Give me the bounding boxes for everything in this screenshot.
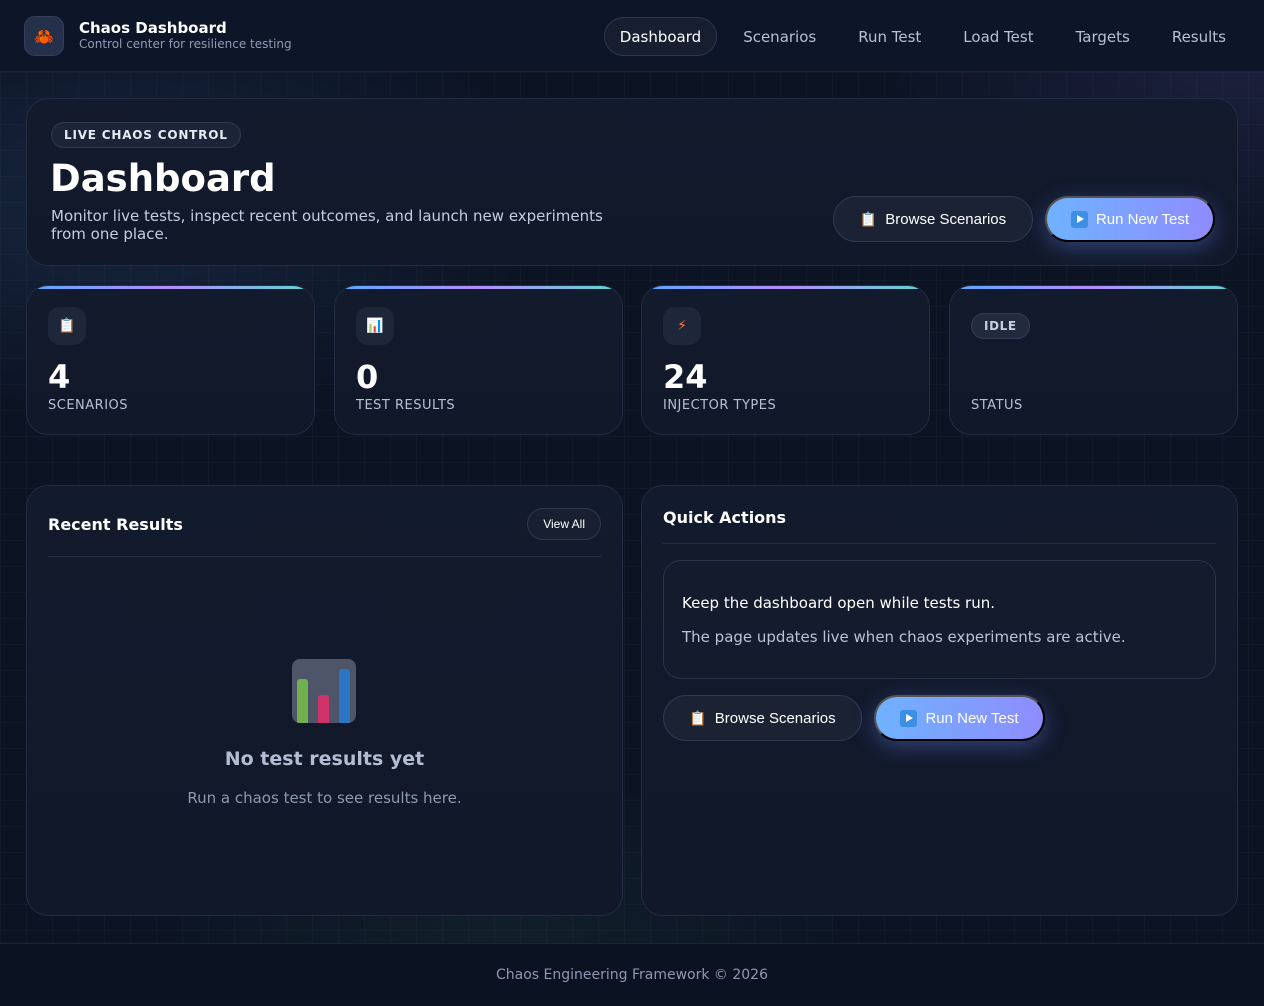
browse-scenarios-button[interactable]: 📋 Browse Scenarios	[833, 196, 1033, 242]
footer-text: Chaos Engineering Framework © 2026	[495, 967, 768, 983]
main-nav: Dashboard Scenarios Run Test Load Test T…	[603, 17, 1242, 56]
stat-label: SCENARIOS	[48, 398, 129, 413]
live-chaos-chip: LIVE CHAOS CONTROL	[51, 122, 241, 148]
brand-title: Chaos Dashboard	[79, 19, 227, 37]
stat-card-status: IDLE STATUS	[949, 285, 1238, 435]
hero-card: LIVE CHAOS CONTROL Dashboard Monitor liv…	[26, 98, 1238, 266]
stat-card-injector-types: ⚡ 24 INJECTOR TYPES	[641, 285, 930, 435]
nav-dashboard[interactable]: Dashboard	[603, 17, 718, 56]
crab-icon[interactable]: 🦀	[24, 16, 64, 56]
info-heading: Keep the dashboard open while tests run.	[682, 594, 995, 612]
play-icon	[900, 709, 918, 727]
browse-scenarios-label: Browse Scenarios	[714, 709, 836, 727]
lightning-icon: ⚡	[663, 307, 701, 345]
empty-state-title: No test results yet	[224, 748, 425, 770]
stat-card-scenarios: 📋 4 SCENARIOS	[26, 285, 315, 435]
clipboard-icon: 📋	[689, 709, 707, 726]
stat-value: 24	[663, 358, 708, 396]
browse-scenarios-label: Browse Scenarios	[885, 210, 1007, 228]
view-all-button[interactable]: View All	[527, 508, 601, 540]
recent-results-panel: Recent Results View All No test results …	[26, 485, 623, 916]
play-icon	[1070, 210, 1088, 228]
run-new-test-label: Run New Test	[1095, 210, 1190, 228]
footer: Chaos Engineering Framework © 2026	[0, 943, 1264, 1006]
stat-value: 4	[48, 358, 71, 396]
bar-chart-icon: 📊	[356, 307, 394, 345]
quick-browse-scenarios-button[interactable]: 📋 Browse Scenarios	[663, 695, 862, 741]
nav-run-test[interactable]: Run Test	[842, 17, 937, 56]
divider	[48, 556, 601, 557]
run-new-test-label: Run New Test	[925, 709, 1019, 727]
nav-scenarios[interactable]: Scenarios	[727, 17, 832, 56]
nav-load-test[interactable]: Load Test	[947, 17, 1049, 56]
nav-targets[interactable]: Targets	[1060, 17, 1146, 56]
brand-subtitle: Control center for resilience testing	[79, 37, 292, 51]
stat-value: 0	[356, 358, 379, 396]
stat-label: STATUS	[971, 398, 1023, 413]
recent-results-title: Recent Results	[48, 515, 183, 534]
status-badge: IDLE	[971, 313, 1030, 339]
stat-label: INJECTOR TYPES	[663, 398, 777, 413]
quick-actions-title: Quick Actions	[663, 508, 787, 527]
divider	[663, 543, 1216, 544]
page-title: Dashboard	[50, 157, 276, 200]
hero-description: Monitor live tests, inspect recent outco…	[51, 207, 603, 243]
stat-card-test-results: 📊 0 TEST RESULTS	[334, 285, 623, 435]
run-new-test-button[interactable]: Run New Test	[1045, 196, 1215, 242]
clipboard-icon: 📋	[859, 210, 878, 227]
quick-run-new-test-button[interactable]: Run New Test	[874, 695, 1045, 741]
quick-actions-panel: Quick Actions Keep the dashboard open wh…	[641, 485, 1238, 916]
info-box: Keep the dashboard open while tests run.…	[663, 560, 1216, 679]
nav-results[interactable]: Results	[1156, 17, 1242, 56]
info-body: The page updates live when chaos experim…	[682, 628, 1126, 646]
clipboard-icon: 📋	[48, 307, 86, 345]
top-bar: 🦀 Chaos Dashboard Control center for res…	[0, 0, 1264, 72]
stat-label: TEST RESULTS	[356, 398, 456, 413]
empty-state-subtitle: Run a chaos test to see results here.	[187, 789, 462, 807]
bar-chart-icon	[292, 659, 356, 723]
